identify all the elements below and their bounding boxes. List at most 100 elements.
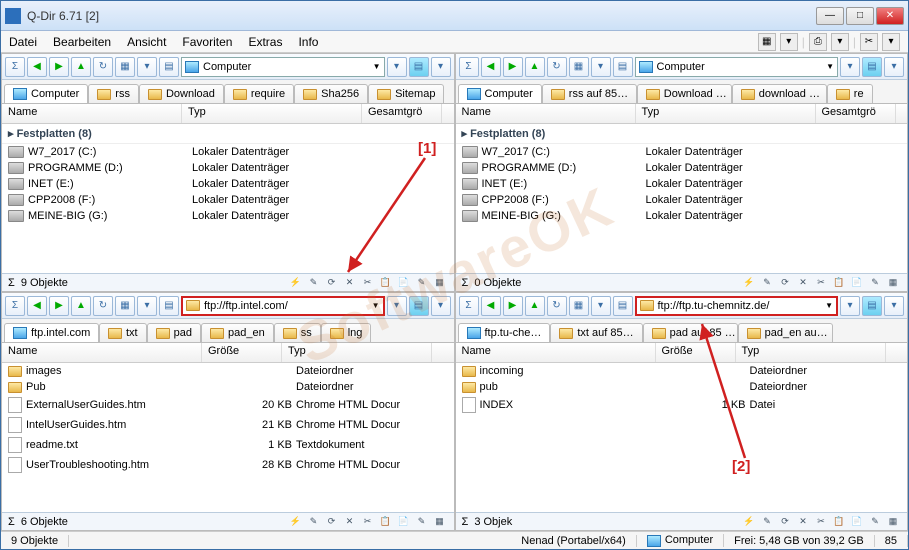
status-tool-1[interactable]: ✎ bbox=[759, 276, 775, 290]
back-button[interactable]: ◀ bbox=[481, 57, 501, 77]
status-tool-8[interactable]: ▦ bbox=[885, 276, 901, 290]
view-button[interactable]: ▦ bbox=[115, 296, 135, 316]
up-button[interactable]: ▲ bbox=[71, 57, 91, 77]
tab[interactable]: download … bbox=[732, 84, 827, 103]
refresh-button[interactable]: ↻ bbox=[547, 296, 567, 316]
address-dropdown-icon[interactable]: ▼ bbox=[826, 62, 834, 71]
view-button[interactable]: ▦ bbox=[115, 57, 135, 77]
status-tool-2[interactable]: ⟳ bbox=[324, 515, 340, 529]
toolbar-extra-2[interactable]: ▾ bbox=[431, 296, 451, 316]
sigma-button[interactable]: Σ bbox=[5, 57, 25, 77]
panel-button[interactable]: ▤ bbox=[159, 57, 179, 77]
toolbar-extra-2[interactable]: ▾ bbox=[884, 296, 904, 316]
address-bar[interactable]: Computer▼ bbox=[635, 57, 839, 77]
menu-info[interactable]: Info bbox=[298, 35, 318, 49]
address-bar[interactable]: Computer▼ bbox=[181, 57, 385, 77]
list-item[interactable]: IntelUserGuides.htm21 KBChrome HTML Docu… bbox=[2, 415, 454, 435]
status-tool-5[interactable]: 📋 bbox=[378, 515, 394, 529]
list-item[interactable]: PROGRAMME (D:)Lokaler Datenträger bbox=[456, 160, 908, 176]
maximize-button[interactable]: □ bbox=[846, 7, 874, 25]
view-button[interactable]: ▦ bbox=[569, 296, 589, 316]
status-tool-4[interactable]: ✂ bbox=[813, 276, 829, 290]
status-tool-1[interactable]: ✎ bbox=[759, 515, 775, 529]
menu-ansicht[interactable]: Ansicht bbox=[127, 35, 166, 49]
list-item[interactable]: MEINE-BIG (G:)Lokaler Datenträger bbox=[2, 208, 454, 224]
dropdown-button[interactable]: ▾ bbox=[780, 33, 798, 51]
close-button[interactable]: ✕ bbox=[876, 7, 904, 25]
status-tool-7[interactable]: ✎ bbox=[414, 276, 430, 290]
tab[interactable]: re bbox=[827, 84, 873, 103]
panel-button[interactable]: ▤ bbox=[159, 296, 179, 316]
status-tool-0[interactable]: ⚡ bbox=[741, 515, 757, 529]
address-bar[interactable]: ftp://ftp.intel.com/▼ bbox=[181, 296, 385, 316]
list-item[interactable]: MEINE-BIG (G:)Lokaler Datenträger bbox=[456, 208, 908, 224]
status-tool-7[interactable]: ✎ bbox=[414, 515, 430, 529]
status-tool-8[interactable]: ▦ bbox=[432, 276, 448, 290]
group-header[interactable]: ▸ Festplatten (8) bbox=[2, 124, 454, 144]
tab[interactable]: rss bbox=[88, 84, 139, 103]
tab[interactable]: Sitemap bbox=[368, 84, 444, 103]
dropdown-button[interactable]: ▾ bbox=[882, 33, 900, 51]
tab[interactable]: pad auf 85 … bbox=[643, 323, 738, 342]
status-tool-1[interactable]: ✎ bbox=[306, 515, 322, 529]
address-dropdown-icon[interactable]: ▼ bbox=[373, 62, 381, 71]
column-typ[interactable]: Typ bbox=[736, 343, 886, 362]
status-tool-6[interactable]: 📄 bbox=[396, 276, 412, 290]
status-tool-0[interactable]: ⚡ bbox=[288, 515, 304, 529]
status-tool-1[interactable]: ✎ bbox=[306, 276, 322, 290]
sigma-button[interactable]: Σ bbox=[459, 57, 479, 77]
titlebar[interactable]: Q-Dir 6.71 [2] — □ ✕ bbox=[1, 1, 908, 31]
sigma-button[interactable]: Σ bbox=[5, 296, 25, 316]
status-tool-2[interactable]: ⟳ bbox=[324, 276, 340, 290]
panel-button[interactable]: ▤ bbox=[613, 296, 633, 316]
toolbar-extra-1[interactable]: ▤ bbox=[862, 296, 882, 316]
list-item[interactable]: CPP2008 (F:)Lokaler Datenträger bbox=[2, 192, 454, 208]
tab[interactable]: txt auf 85… bbox=[550, 323, 642, 342]
list-item[interactable]: W7_2017 (C:)Lokaler Datenträger bbox=[2, 144, 454, 160]
status-tool-8[interactable]: ▦ bbox=[432, 515, 448, 529]
address-dropdown-icon[interactable]: ▼ bbox=[372, 301, 380, 310]
column-größe[interactable]: Größe bbox=[656, 343, 736, 362]
toolbar-extra-0[interactable]: ▾ bbox=[387, 57, 407, 77]
toolbar-extra-0[interactable]: ▾ bbox=[840, 57, 860, 77]
tab[interactable]: Download … bbox=[637, 84, 732, 103]
drop-button[interactable]: ▾ bbox=[137, 57, 157, 77]
menu-favoriten[interactable]: Favoriten bbox=[182, 35, 232, 49]
column-größe[interactable]: Größe bbox=[202, 343, 282, 362]
toolbar-extra-0[interactable]: ▾ bbox=[387, 296, 407, 316]
tab[interactable]: rss auf 85… bbox=[542, 84, 637, 103]
status-tool-0[interactable]: ⚡ bbox=[288, 276, 304, 290]
tab[interactable]: pad_en au… bbox=[738, 323, 833, 342]
back-button[interactable]: ◀ bbox=[27, 57, 47, 77]
column-typ[interactable]: Typ bbox=[636, 104, 816, 123]
print-button[interactable]: ⎙ bbox=[809, 33, 827, 51]
toolbar-extra-2[interactable]: ▾ bbox=[884, 57, 904, 77]
status-tool-6[interactable]: 📄 bbox=[396, 515, 412, 529]
status-tool-4[interactable]: ✂ bbox=[360, 515, 376, 529]
back-button[interactable]: ◀ bbox=[481, 296, 501, 316]
up-button[interactable]: ▲ bbox=[525, 296, 545, 316]
column-gesamtgrö[interactable]: Gesamtgrö bbox=[362, 104, 442, 123]
panel-button[interactable]: ▤ bbox=[613, 57, 633, 77]
tab[interactable]: txt bbox=[99, 323, 147, 342]
layout-button[interactable]: ▦ bbox=[758, 33, 776, 51]
column-typ[interactable]: Typ bbox=[282, 343, 432, 362]
status-tool-3[interactable]: ✕ bbox=[795, 515, 811, 529]
status-tool-6[interactable]: 📄 bbox=[849, 515, 865, 529]
tab[interactable]: ftp.intel.com bbox=[4, 323, 99, 342]
tools-button[interactable]: ✂ bbox=[860, 33, 878, 51]
up-button[interactable]: ▲ bbox=[525, 57, 545, 77]
refresh-button[interactable]: ↻ bbox=[93, 296, 113, 316]
list-item[interactable]: INET (E:)Lokaler Datenträger bbox=[2, 176, 454, 192]
tab[interactable]: require bbox=[224, 84, 294, 103]
sigma-button[interactable]: Σ bbox=[459, 296, 479, 316]
file-list[interactable]: incomingDateiordnerpubDateiordnerINDEX1 … bbox=[456, 363, 908, 512]
column-name[interactable]: Name bbox=[456, 343, 656, 362]
list-item[interactable]: W7_2017 (C:)Lokaler Datenträger bbox=[456, 144, 908, 160]
tab[interactable]: pad bbox=[147, 323, 201, 342]
status-tool-4[interactable]: ✂ bbox=[360, 276, 376, 290]
status-tool-2[interactable]: ⟳ bbox=[777, 515, 793, 529]
status-tool-0[interactable]: ⚡ bbox=[741, 276, 757, 290]
column-typ[interactable]: Typ bbox=[182, 104, 362, 123]
status-tool-8[interactable]: ▦ bbox=[885, 515, 901, 529]
